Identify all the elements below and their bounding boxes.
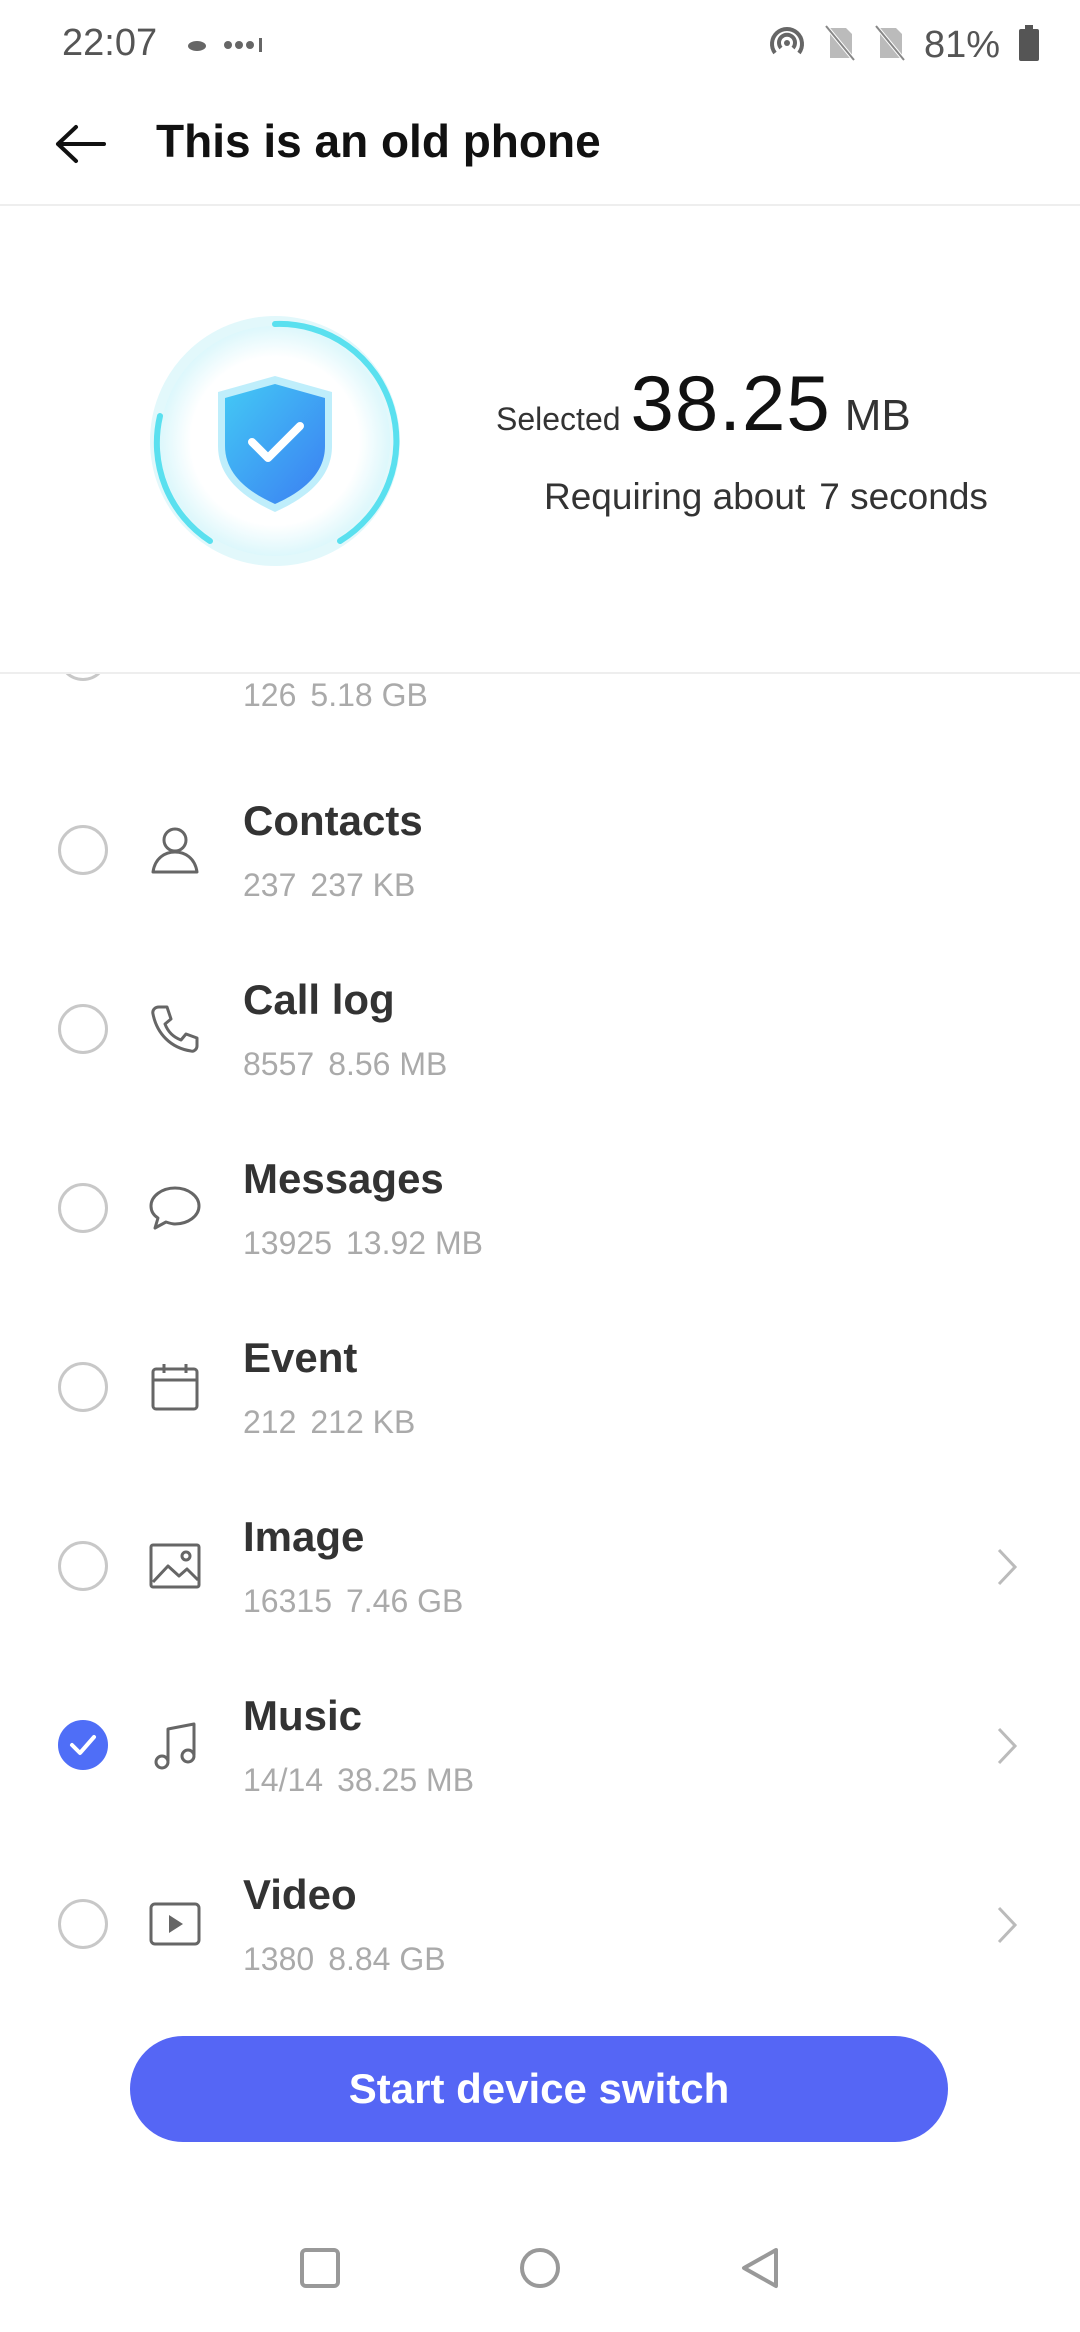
item-meta: 126 5.18 GB [243,677,428,714]
item-meta: 13925 13.92 MB [243,1225,483,1262]
select-radio[interactable] [58,1004,108,1054]
arrow-left-icon [56,125,106,163]
select-radio-checked[interactable] [58,1720,108,1770]
list-item-image[interactable]: Image 16315 7.46 GB [0,1481,1080,1660]
battery-icon [1018,24,1040,67]
select-radio[interactable] [58,825,108,875]
status-left-icons [185,30,265,64]
item-title: Music [243,1692,363,1739]
selected-value: 38.25 [630,359,831,447]
person-icon [145,820,205,880]
system-nav-bar [0,2200,1080,2332]
status-time: 22:07 [62,22,158,64]
calendar-icon [145,1357,205,1417]
item-count: 1380 [243,1941,315,1977]
list-item-messages[interactable]: Messages 13925 13.92 MB [0,1123,1080,1302]
recents-square-icon[interactable] [296,2244,344,2292]
no-sim-icon [824,24,856,67]
status-right-icons: 81% [768,20,1040,70]
item-title: Event [243,1334,358,1381]
requiring-value: 7 seconds [819,476,988,517]
item-title: Contacts [243,797,423,844]
item-meta: 14/14 38.25 MB [243,1762,474,1799]
item-size: 8.56 MB [328,1046,448,1082]
status-bar: 22:07 81% [0,0,1080,90]
select-radio[interactable] [58,1362,108,1412]
requiring-label: Requiring about [544,476,806,517]
phone-icon [145,999,205,1059]
select-radio[interactable] [58,1183,108,1233]
image-icon [145,1536,205,1596]
check-icon [70,1735,96,1755]
selected-label: Selected [496,401,621,437]
list-item-call-log[interactable]: Call log 8557 8.56 MB [0,944,1080,1123]
battery-percent: 81% [923,23,1000,66]
shield-badge [140,306,410,576]
item-meta: 16315 7.46 GB [243,1583,463,1620]
home-circle-icon[interactable] [516,2244,564,2292]
item-count: 8557 [243,1046,315,1082]
chevron-right-icon[interactable] [992,1542,1022,1592]
list-item-video[interactable]: Video 1380 8.84 GB [0,1839,1080,1990]
item-title: Image [243,1513,365,1560]
selected-size: Selected 38.25 MB [496,358,911,449]
item-title: Call log [243,976,395,1023]
item-meta: 1380 8.84 GB [243,1941,446,1978]
selected-unit: MB [844,391,911,440]
item-size: 5.18 GB [310,677,428,713]
item-size: 13.92 MB [345,1225,483,1261]
list-item-music[interactable]: Music 14/14 38.25 MB [0,1660,1080,1839]
item-count: 237 [243,867,297,903]
start-device-switch-button[interactable]: Start device switch [130,2036,948,2142]
chat-bubble-icon [145,1178,205,1238]
more-dots-icon [223,37,265,58]
time-estimate: Requiring about 7 seconds [544,476,988,518]
item-size: 8.84 GB [328,1941,446,1977]
data-category-list[interactable]: 126 5.18 GB Contacts 237 237 KB Call log… [0,640,1080,1990]
item-meta: 212 212 KB [243,1404,415,1441]
shield-check-icon [150,316,400,566]
item-size: 7.46 GB [345,1583,464,1619]
item-count: 14/14 [243,1762,324,1798]
cloud-icon [185,37,209,58]
item-count: 126 [243,677,297,713]
list-item-event[interactable]: Event 212 212 KB [0,1302,1080,1481]
item-size: 212 KB [310,1404,416,1440]
music-note-icon [145,1715,205,1775]
chevron-right-icon[interactable] [992,1900,1022,1950]
back-button[interactable] [48,112,112,176]
item-count: 13925 [243,1225,332,1261]
item-title: Video [243,1871,357,1918]
item-meta: 8557 8.56 MB [243,1046,447,1083]
chevron-right-icon[interactable] [992,1721,1022,1771]
item-size: 237 KB [310,867,416,903]
item-title: Messages [243,1155,444,1202]
hotspot-icon [768,24,806,67]
no-sim-icon [874,24,906,67]
item-count: 16315 [243,1583,332,1619]
item-size: 38.25 MB [337,1762,475,1798]
select-radio[interactable] [58,1899,108,1949]
select-radio[interactable] [58,1541,108,1591]
item-meta: 237 237 KB [243,867,415,904]
video-play-icon [145,1894,205,1954]
page-title: This is an old phone [156,115,601,167]
list-item-contacts[interactable]: Contacts 237 237 KB [0,765,1080,944]
back-triangle-icon[interactable] [736,2244,784,2292]
summary-panel: Selected 38.25 MB Requiring about 7 seco… [0,206,1080,674]
app-header: This is an old phone [0,90,1080,206]
item-count: 212 [243,1404,297,1440]
